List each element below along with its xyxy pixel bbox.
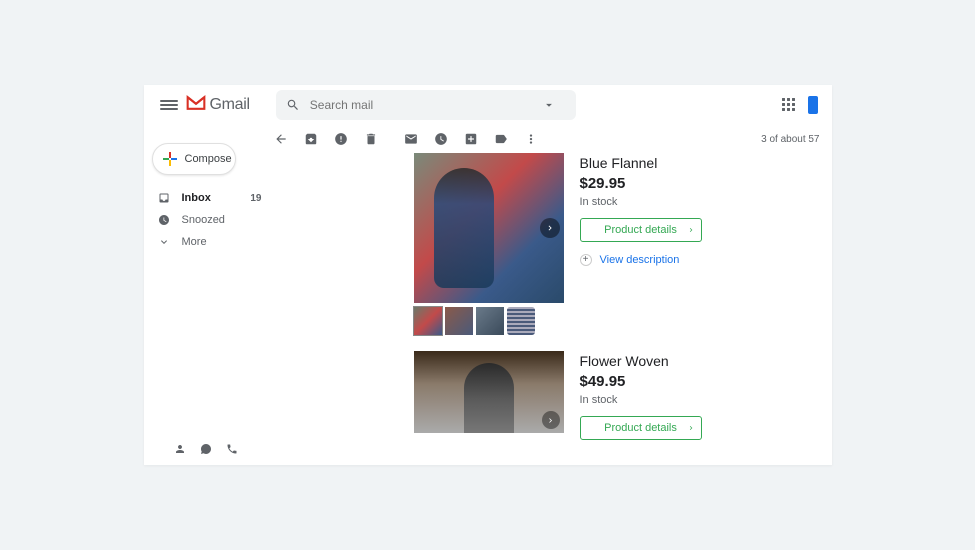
labels-icon[interactable] — [494, 132, 508, 146]
gmail-window: Gmail 3 of about 57 Co — [144, 85, 832, 465]
product-info: Blue Flannel $29.95 In stock Product det… — [580, 153, 702, 335]
back-icon[interactable] — [274, 132, 288, 146]
hamburger-menu-icon[interactable] — [160, 96, 178, 114]
carousel-next-icon[interactable] — [540, 218, 560, 238]
thumbnail-row — [414, 307, 564, 335]
nav-label: More — [182, 236, 207, 248]
spam-icon[interactable] — [334, 132, 348, 146]
mark-unread-icon[interactable] — [404, 132, 418, 146]
phone-icon[interactable] — [226, 443, 238, 455]
email-body: Blue Flannel $29.95 In stock Product det… — [274, 153, 832, 465]
gmail-logo[interactable]: Gmail — [186, 95, 250, 116]
thumbnail[interactable] — [476, 307, 504, 335]
inbox-count: 19 — [250, 193, 261, 204]
thumbnail[interactable] — [507, 307, 535, 335]
stock-status: In stock — [580, 394, 702, 406]
nav-more[interactable]: More — [152, 231, 274, 253]
nav-list: Inbox 19 Snoozed More — [152, 187, 274, 253]
product-main-image[interactable] — [414, 351, 564, 433]
product-title: Blue Flannel — [580, 155, 702, 171]
clock-icon — [158, 214, 170, 226]
product-info: Flower Woven $49.95 In stock Product det… — [580, 351, 702, 440]
product-gallery — [414, 153, 564, 335]
plus-circle-icon: + — [580, 254, 592, 266]
search-icon — [286, 98, 300, 112]
view-description-link[interactable]: + View description — [580, 254, 702, 266]
product-gallery — [414, 351, 564, 440]
nav-snoozed[interactable]: Snoozed — [152, 209, 274, 231]
chevron-down-icon — [158, 236, 170, 248]
carousel-next-icon[interactable] — [542, 411, 560, 429]
product-main-image[interactable] — [414, 153, 564, 303]
product-card: Blue Flannel $29.95 In stock Product det… — [414, 153, 832, 335]
compose-label: Compose — [185, 153, 232, 165]
thumbnail[interactable] — [445, 307, 473, 335]
thumbnail[interactable] — [414, 307, 442, 335]
snooze-icon[interactable] — [434, 132, 448, 146]
product-title: Flower Woven — [580, 353, 702, 369]
chevron-right-icon — [687, 424, 695, 432]
product-details-button[interactable]: Product details — [580, 218, 702, 242]
compose-button[interactable]: Compose — [152, 143, 236, 175]
product-details-button[interactable]: Product details — [580, 416, 702, 440]
delete-icon[interactable] — [364, 132, 378, 146]
nav-label: Snoozed — [182, 214, 225, 226]
search-input[interactable] — [310, 98, 542, 112]
more-icon[interactable] — [524, 132, 538, 146]
add-to-tasks-icon[interactable] — [464, 132, 478, 146]
person-icon[interactable] — [174, 443, 186, 455]
product-card: Flower Woven $49.95 In stock Product det… — [414, 351, 832, 440]
search-bar[interactable] — [276, 90, 576, 120]
inbox-icon — [158, 192, 170, 204]
chat-icon[interactable] — [200, 443, 212, 455]
chevron-right-icon — [687, 226, 695, 234]
apps-grid-icon[interactable] — [782, 98, 796, 112]
stock-status: In stock — [580, 196, 702, 208]
app-name: Gmail — [210, 96, 250, 114]
sidebar: Compose Inbox 19 Snoozed More — [144, 135, 274, 253]
archive-icon[interactable] — [304, 132, 318, 146]
hangouts-bar — [174, 443, 238, 455]
nav-inbox[interactable]: Inbox 19 — [152, 187, 274, 209]
compose-plus-icon — [161, 150, 179, 168]
nav-label: Inbox — [182, 192, 211, 204]
pagination-text: 3 of about 57 — [761, 134, 819, 145]
search-dropdown-icon[interactable] — [542, 98, 556, 112]
top-bar: Gmail — [144, 85, 832, 125]
product-price: $29.95 — [580, 175, 702, 192]
product-price: $49.95 — [580, 373, 702, 390]
account-avatar[interactable] — [808, 96, 818, 114]
